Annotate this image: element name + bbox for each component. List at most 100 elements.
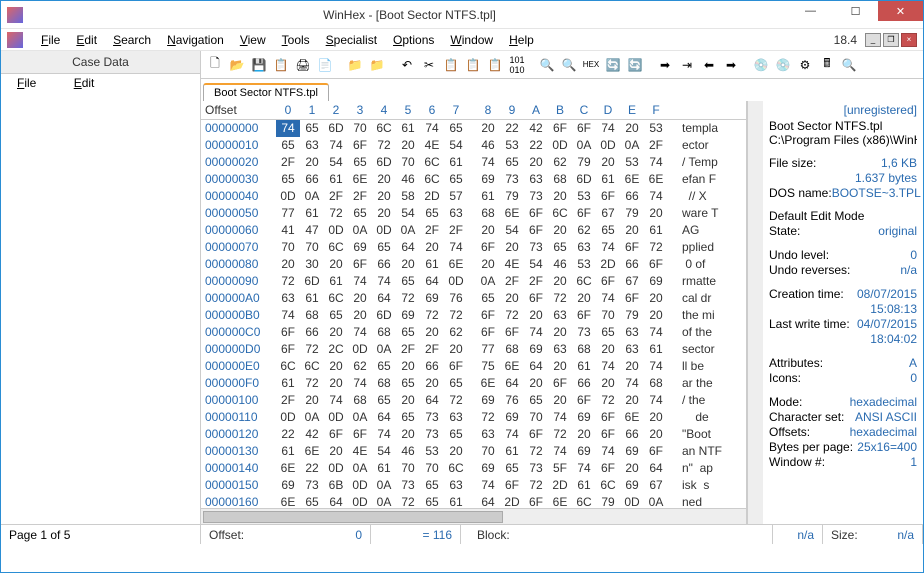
byte-cell[interactable]: 2F xyxy=(396,341,420,358)
byte-cell[interactable]: 65 xyxy=(372,358,396,375)
find-text-icon[interactable]: HEX xyxy=(581,55,601,75)
byte-cell[interactable]: 20 xyxy=(348,290,372,307)
byte-cell[interactable]: 54 xyxy=(372,443,396,460)
case-file-menu[interactable]: File xyxy=(9,74,44,92)
byte-cell[interactable]: 4E xyxy=(420,137,444,154)
byte-cell[interactable]: 61 xyxy=(476,188,500,205)
byte-cell[interactable]: 20 xyxy=(644,290,668,307)
byte-cell[interactable]: 63 xyxy=(444,205,468,222)
byte-cell[interactable]: 70 xyxy=(396,154,420,171)
byte-cell[interactable]: 6E xyxy=(276,494,300,508)
byte-cell[interactable]: 0A xyxy=(348,222,372,239)
byte-cell[interactable]: 6F xyxy=(348,426,372,443)
save-icon[interactable]: 💾 xyxy=(249,55,269,75)
byte-cell[interactable]: 6E xyxy=(500,205,524,222)
byte-cell[interactable]: 20 xyxy=(596,375,620,392)
ascii-cell[interactable]: n" ap xyxy=(682,460,713,477)
byte-cell[interactable]: 74 xyxy=(644,358,668,375)
menu-tools[interactable]: Tools xyxy=(274,31,318,49)
forward-icon[interactable]: ➡ xyxy=(721,55,741,75)
byte-cell[interactable]: 74 xyxy=(548,409,572,426)
byte-cell[interactable]: 73 xyxy=(572,324,596,341)
hex-row[interactable]: 000000E06C6C20626520666F756E642061742074… xyxy=(201,358,746,375)
byte-cell[interactable]: 0D xyxy=(324,460,348,477)
byte-cell[interactable]: 2F xyxy=(644,137,668,154)
byte-cell[interactable]: 20 xyxy=(620,392,644,409)
byte-cell[interactable]: 65 xyxy=(596,222,620,239)
close-button[interactable]: ✕ xyxy=(878,1,923,21)
menu-help[interactable]: Help xyxy=(501,31,542,49)
byte-cell[interactable]: 73 xyxy=(300,477,324,494)
menu-window[interactable]: Window xyxy=(442,31,501,49)
horizontal-scrollbar[interactable] xyxy=(201,508,746,524)
ram-icon[interactable]: 💿 xyxy=(773,55,793,75)
byte-cell[interactable]: 61 xyxy=(500,443,524,460)
byte-cell[interactable]: 0A xyxy=(300,188,324,205)
hex-row[interactable]: 000001606E65640D0A726561642D6F6E6C790D0A… xyxy=(201,494,746,508)
byte-cell[interactable]: 53 xyxy=(500,137,524,154)
byte-cell[interactable]: 69 xyxy=(500,409,524,426)
mdi-restore-button[interactable]: ❐ xyxy=(883,33,899,47)
byte-cell[interactable]: 20 xyxy=(524,307,548,324)
byte-cell[interactable]: 22 xyxy=(300,460,324,477)
byte-cell[interactable]: 72 xyxy=(444,307,468,324)
byte-cell[interactable]: 61 xyxy=(300,205,324,222)
ascii-cell[interactable]: // X xyxy=(682,188,707,205)
byte-cell[interactable]: 74 xyxy=(348,324,372,341)
byte-cell[interactable]: 69 xyxy=(524,341,548,358)
byte-cell[interactable]: 6E xyxy=(620,171,644,188)
byte-cell[interactable]: 6C xyxy=(420,154,444,171)
byte-cell[interactable]: 65 xyxy=(276,137,300,154)
byte-cell[interactable]: 73 xyxy=(524,188,548,205)
byte-cell[interactable]: 64 xyxy=(324,494,348,508)
byte-cell[interactable]: 0D xyxy=(348,341,372,358)
byte-cell[interactable]: 0D xyxy=(548,137,572,154)
case-edit-menu[interactable]: Edit xyxy=(66,74,103,92)
byte-cell[interactable]: 74 xyxy=(620,375,644,392)
byte-cell[interactable]: 6F xyxy=(596,426,620,443)
byte-cell[interactable]: 72 xyxy=(444,392,468,409)
byte-cell[interactable]: 65 xyxy=(396,273,420,290)
byte-cell[interactable]: 20 xyxy=(396,137,420,154)
properties-icon[interactable]: 📄 xyxy=(315,55,335,75)
byte-cell[interactable]: 69 xyxy=(620,443,644,460)
byte-cell[interactable]: 72 xyxy=(476,409,500,426)
copy-icon[interactable]: 📋 xyxy=(441,55,461,75)
byte-cell[interactable]: 74 xyxy=(500,426,524,443)
byte-cell[interactable]: 70 xyxy=(276,239,300,256)
byte-cell[interactable]: 6F xyxy=(596,273,620,290)
byte-cell[interactable]: 6F xyxy=(444,358,468,375)
byte-cell[interactable]: 0D xyxy=(348,494,372,508)
byte-cell[interactable]: 61 xyxy=(396,120,420,137)
byte-cell[interactable]: 72 xyxy=(300,375,324,392)
byte-cell[interactable]: 20 xyxy=(548,392,572,409)
byte-cell[interactable]: 20 xyxy=(324,443,348,460)
cut-icon[interactable]: ✂ xyxy=(419,55,439,75)
byte-cell[interactable]: 65 xyxy=(372,239,396,256)
byte-cell[interactable]: 6F xyxy=(524,494,548,508)
ascii-cell[interactable]: ar the xyxy=(682,375,713,392)
byte-cell[interactable]: 54 xyxy=(500,222,524,239)
byte-cell[interactable]: 6F xyxy=(524,222,548,239)
byte-cell[interactable]: 72 xyxy=(276,273,300,290)
hex-row[interactable]: 0000006041470D0A0D0A2F2F20546F2062652061… xyxy=(201,222,746,239)
ascii-cell[interactable]: 0 of xyxy=(682,256,709,273)
byte-cell[interactable]: 6F xyxy=(476,307,500,324)
byte-cell[interactable]: 20 xyxy=(396,256,420,273)
byte-cell[interactable]: 20 xyxy=(324,358,348,375)
menu-edit[interactable]: Edit xyxy=(68,31,105,49)
undo-icon[interactable]: ↶ xyxy=(397,55,417,75)
byte-cell[interactable]: 20 xyxy=(420,324,444,341)
byte-cell[interactable]: 65 xyxy=(444,426,468,443)
byte-cell[interactable]: 0A xyxy=(476,273,500,290)
byte-cell[interactable]: 66 xyxy=(620,188,644,205)
byte-cell[interactable]: 53 xyxy=(572,256,596,273)
byte-cell[interactable]: 67 xyxy=(644,477,668,494)
byte-cell[interactable]: 61 xyxy=(420,256,444,273)
byte-cell[interactable]: 77 xyxy=(276,205,300,222)
byte-cell[interactable]: 6F xyxy=(476,324,500,341)
byte-cell[interactable]: 6C xyxy=(324,290,348,307)
byte-cell[interactable]: 6F xyxy=(644,256,668,273)
byte-cell[interactable]: 65 xyxy=(444,375,468,392)
byte-cell[interactable]: 22 xyxy=(276,426,300,443)
